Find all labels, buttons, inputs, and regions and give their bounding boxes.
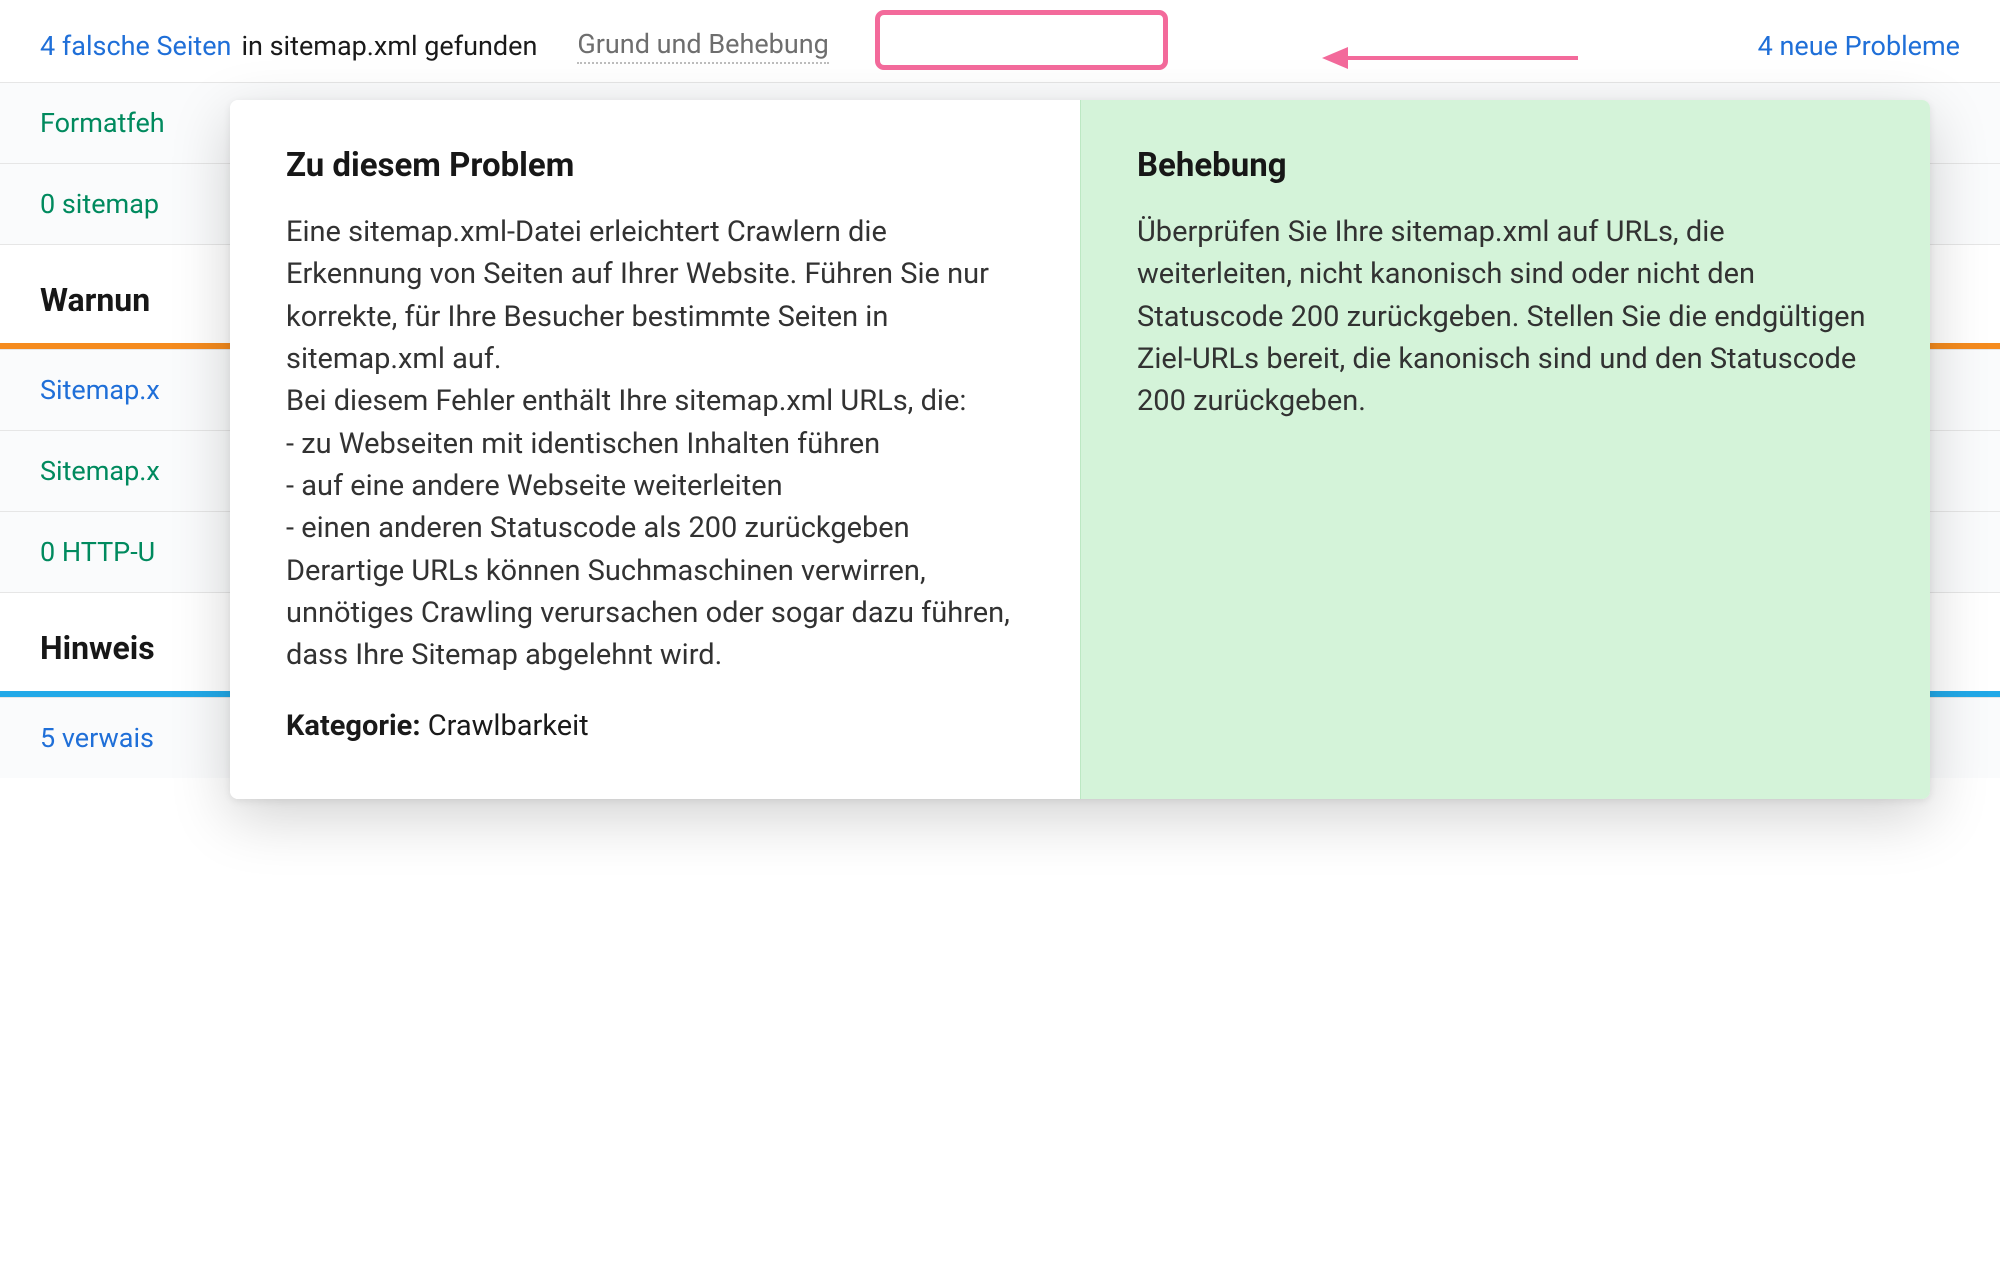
popover-about-para: Derartige URLs können Suchmaschinen verw… [286,550,1024,677]
issue-title: 4 falsche Seiten in sitemap.xml gefunden [40,30,537,62]
popover-about-bullet: - auf eine andere Webseite weiterleiten [286,465,1024,507]
popover-fix-body: Überprüfen Sie Ihre sitemap.xml auf URLs… [1137,211,1874,423]
popover-fix-column: Behebung Überprüfen Sie Ihre sitemap.xml… [1080,100,1930,799]
popover-category-label: Kategorie: [286,709,421,743]
popover-fix-title: Behebung [1137,146,1874,185]
issue-header-row: 4 falsche Seiten in sitemap.xml gefunden… [0,0,2000,82]
popover-about-bullet: - einen anderen Statuscode als 200 zurüc… [286,507,1024,549]
why-and-fix-popover: Zu diesem Problem Eine sitemap.xml-Datei… [230,100,1930,799]
popover-category-value: Crawlbarkeit [421,709,589,743]
new-issues-link[interactable]: 4 neue Probleme [1758,30,1960,62]
issue-count-link[interactable]: 4 falsche Seiten [40,30,231,62]
popover-about-title: Zu diesem Problem [286,146,1024,185]
popover-category: Kategorie: Crawlbarkeit [286,709,1024,743]
popover-about-para: Eine sitemap.xml-Datei erleichtert Crawl… [286,211,1024,380]
issue-title-suffix: in sitemap.xml gefunden [241,30,537,62]
popover-about-bullet: - zu Webseiten mit identischen Inhalten … [286,423,1024,465]
popover-about-para: Bei diesem Fehler enthält Ihre sitemap.x… [286,380,1024,422]
why-and-fix-link[interactable]: Grund und Behebung [577,28,828,64]
popover-about-column: Zu diesem Problem Eine sitemap.xml-Datei… [230,100,1080,799]
